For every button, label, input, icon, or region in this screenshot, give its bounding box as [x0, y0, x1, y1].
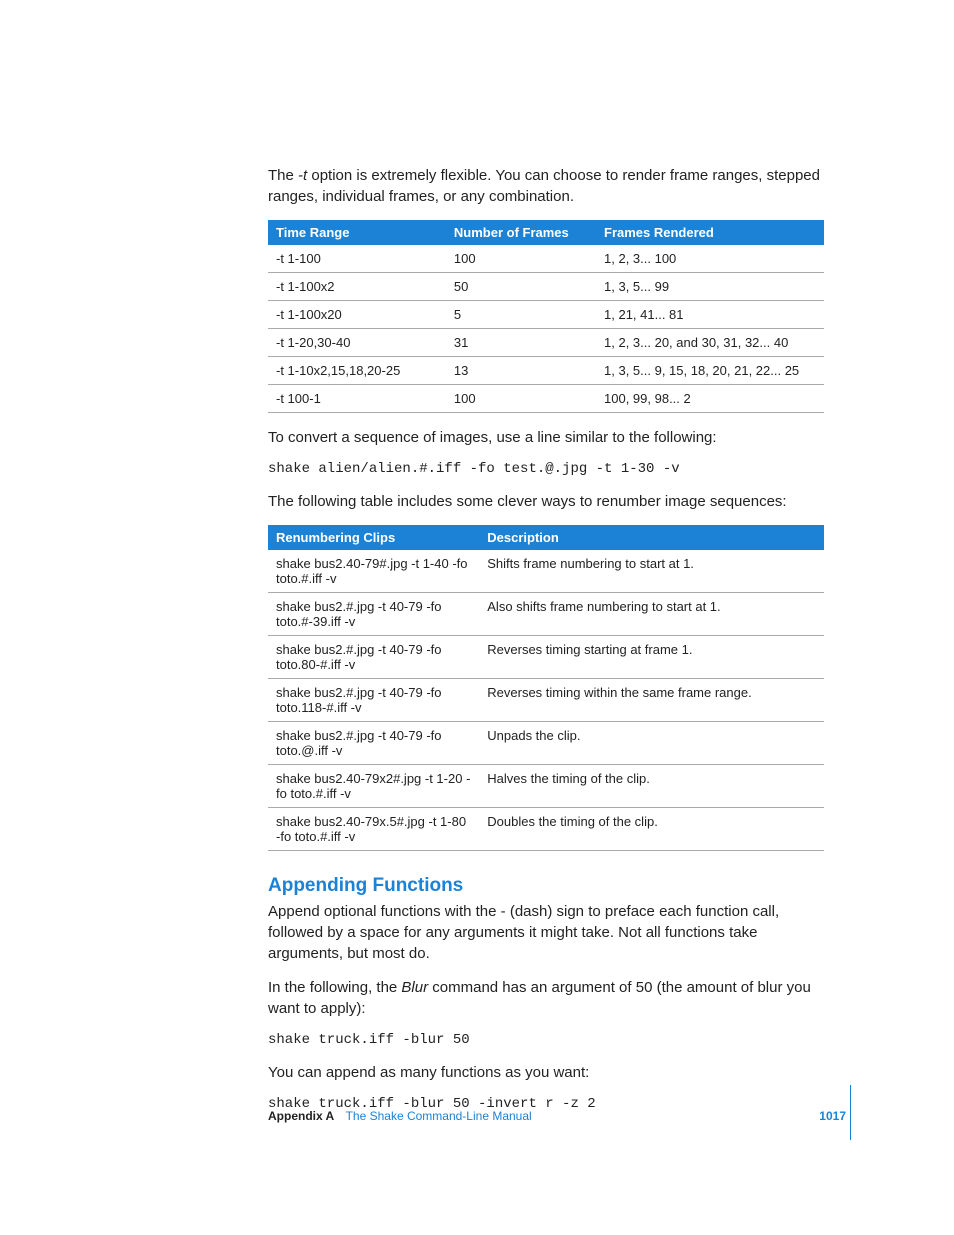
table-cell: 1, 3, 5... 9, 15, 18, 20, 21, 22... 25 — [596, 357, 824, 385]
table-cell: -t 1-20,30-40 — [268, 329, 446, 357]
append-paragraph-3: You can append as many functions as you … — [268, 1062, 824, 1083]
append-paragraph-1: Append optional functions with the - (da… — [268, 901, 824, 964]
table-cell: 1, 3, 5... 99 — [596, 273, 824, 301]
table-row: shake bus2.#.jpg -t 40-79 -fo toto.#-39.… — [268, 593, 824, 636]
table-cell: Doubles the timing of the clip. — [479, 808, 824, 851]
footer-appendix: Appendix A — [268, 1109, 334, 1123]
section-heading: Appending Functions — [268, 875, 824, 897]
table-cell: 100 — [446, 245, 596, 273]
table-row: shake bus2.40-79x.5#.jpg -t 1-80 -fo tot… — [268, 808, 824, 851]
table-header-row: Renumbering Clips Description — [268, 525, 824, 550]
table-cell: shake bus2.#.jpg -t 40-79 -fo toto.118-#… — [268, 679, 479, 722]
col-header: Time Range — [268, 220, 446, 245]
table-cell: -t 1-100x2 — [268, 273, 446, 301]
table-row: -t 1-100x2051, 21, 41... 81 — [268, 301, 824, 329]
table-cell: -t 100-1 — [268, 385, 446, 413]
append-p2-prefix: In the following, the — [268, 979, 401, 996]
table-cell: 100 — [446, 385, 596, 413]
table-body: shake bus2.40-79#.jpg -t 1-40 -fo toto.#… — [268, 550, 824, 851]
col-header: Number of Frames — [446, 220, 596, 245]
table-row: shake bus2.40-79#.jpg -t 1-40 -fo toto.#… — [268, 550, 824, 593]
table-cell: Reverses timing within the same frame ra… — [479, 679, 824, 722]
table-cell: 1, 2, 3... 20, and 30, 31, 32... 40 — [596, 329, 824, 357]
intro-prefix: The — [268, 167, 298, 184]
table-cell: Halves the timing of the clip. — [479, 765, 824, 808]
table-cell: Also shifts frame numbering to start at … — [479, 593, 824, 636]
table-body: -t 1-1001001, 2, 3... 100-t 1-100x2501, … — [268, 245, 824, 413]
append-p2-ital: Blur — [401, 979, 428, 996]
table-cell: shake bus2.#.jpg -t 40-79 -fo toto.#-39.… — [268, 593, 479, 636]
table-row: shake bus2.40-79x2#.jpg -t 1-20 -fo toto… — [268, 765, 824, 808]
table-cell: Reverses timing starting at frame 1. — [479, 636, 824, 679]
table-cell: -t 1-10x2,15,18,20-25 — [268, 357, 446, 385]
table-cell: 5 — [446, 301, 596, 329]
clever-paragraph: The following table includes some clever… — [268, 491, 824, 512]
table-cell: 1, 2, 3... 100 — [596, 245, 824, 273]
table-row: -t 100-1100100, 99, 98... 2 — [268, 385, 824, 413]
table-cell: 50 — [446, 273, 596, 301]
table-cell: 1, 21, 41... 81 — [596, 301, 824, 329]
table-cell: Unpads the clip. — [479, 722, 824, 765]
time-range-table: Time Range Number of Frames Frames Rende… — [268, 220, 824, 413]
table-cell: Shifts frame numbering to start at 1. — [479, 550, 824, 593]
intro-option: -t — [298, 167, 307, 184]
footer-page-number: 1017 — [819, 1109, 846, 1123]
table-row: shake bus2.#.jpg -t 40-79 -fo toto.80-#.… — [268, 636, 824, 679]
table-header-row: Time Range Number of Frames Frames Rende… — [268, 220, 824, 245]
convert-paragraph: To convert a sequence of images, use a l… — [268, 427, 824, 448]
table-cell: 13 — [446, 357, 596, 385]
footer-rule — [850, 1085, 851, 1140]
table-cell: 100, 99, 98... 2 — [596, 385, 824, 413]
intro-suffix: option is extremely flexible. You can ch… — [268, 167, 820, 205]
table-cell: 31 — [446, 329, 596, 357]
table-cell: shake bus2.40-79#.jpg -t 1-40 -fo toto.#… — [268, 550, 479, 593]
table-row: shake bus2.#.jpg -t 40-79 -fo toto.118-#… — [268, 679, 824, 722]
table-cell: -t 1-100x20 — [268, 301, 446, 329]
footer-title: The Shake Command-Line Manual — [346, 1109, 532, 1123]
table-cell: shake bus2.40-79x2#.jpg -t 1-20 -fo toto… — [268, 765, 479, 808]
table-cell: shake bus2.#.jpg -t 40-79 -fo toto.80-#.… — [268, 636, 479, 679]
table-row: shake bus2.#.jpg -t 40-79 -fo toto.@.iff… — [268, 722, 824, 765]
table-cell: shake bus2.#.jpg -t 40-79 -fo toto.@.iff… — [268, 722, 479, 765]
table-row: -t 1-10x2,15,18,20-25131, 3, 5... 9, 15,… — [268, 357, 824, 385]
page-footer: Appendix A The Shake Command-Line Manual… — [268, 1109, 846, 1123]
code-block: shake alien/alien.#.iff -fo test.@.jpg -… — [268, 461, 824, 477]
table-row: -t 1-20,30-40311, 2, 3... 20, and 30, 31… — [268, 329, 824, 357]
renumbering-table: Renumbering Clips Description shake bus2… — [268, 525, 824, 851]
table-cell: shake bus2.40-79x.5#.jpg -t 1-80 -fo tot… — [268, 808, 479, 851]
table-row: -t 1-100x2501, 3, 5... 99 — [268, 273, 824, 301]
col-header: Frames Rendered — [596, 220, 824, 245]
table-cell: -t 1-100 — [268, 245, 446, 273]
col-header: Description — [479, 525, 824, 550]
append-paragraph-2: In the following, the Blur command has a… — [268, 977, 824, 1019]
code-block: shake truck.iff -blur 50 — [268, 1032, 824, 1048]
table-row: -t 1-1001001, 2, 3... 100 — [268, 245, 824, 273]
intro-paragraph: The -t option is extremely flexible. You… — [268, 165, 824, 207]
col-header: Renumbering Clips — [268, 525, 479, 550]
